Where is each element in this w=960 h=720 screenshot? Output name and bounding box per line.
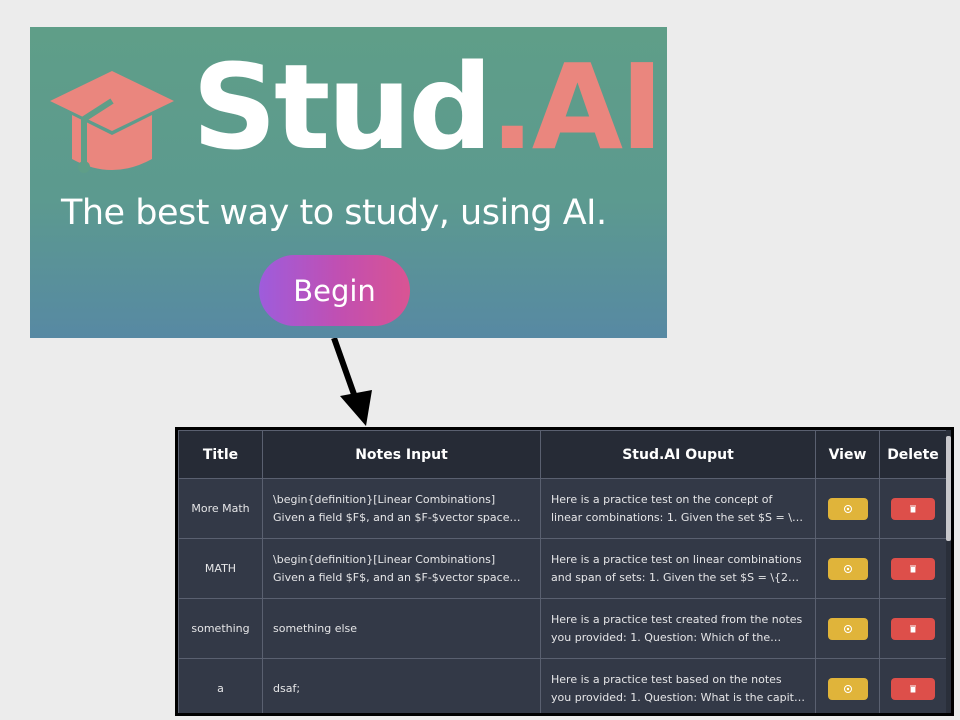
header-notes-input: Notes Input — [262, 430, 541, 479]
header-output: Stud.AI Ouput — [540, 430, 816, 479]
row-title: More Math — [178, 478, 263, 539]
eye-icon — [843, 624, 852, 633]
table-scrollbar[interactable] — [946, 430, 951, 713]
row-output: Here is a practice test on linear combin… — [551, 552, 802, 584]
notes-table-panel: Title Notes Input Stud.AI Ouput View Del… — [175, 427, 954, 716]
trash-icon — [910, 565, 916, 572]
row-title: a — [178, 658, 263, 713]
trash-icon — [910, 685, 916, 692]
brand-main: Stud — [192, 38, 493, 176]
eye-icon — [843, 564, 852, 573]
delete-button[interactable] — [891, 497, 935, 520]
row-output: Here is a practice test on the concept o… — [551, 492, 792, 524]
table-header-row: Title Notes Input Stud.AI Ouput View Del… — [178, 430, 947, 479]
logo: Stud.AI — [44, 38, 664, 197]
view-button[interactable] — [827, 557, 868, 580]
begin-button[interactable]: Begin — [259, 255, 410, 326]
row-notes: \begin{definition}[Linear Combinations] … — [273, 492, 510, 524]
table-scrollbar-thumb[interactable] — [946, 436, 951, 541]
row-output: Here is a practice test created from the… — [551, 612, 803, 644]
row-title: MATH — [178, 538, 263, 599]
tagline: The best way to study, using AI. — [61, 193, 607, 233]
delete-button[interactable] — [891, 617, 935, 640]
view-button[interactable] — [827, 497, 868, 520]
arrow-down-icon — [331, 338, 372, 426]
header-delete: Delete — [879, 430, 947, 479]
brand-wordmark: Stud.AI — [192, 27, 664, 190]
table-row: a dsaf; Here is a practice test based on… — [178, 658, 947, 713]
eye-icon — [843, 684, 852, 693]
graduation-cap-icon — [50, 71, 174, 173]
row-output: Here is a practice test based on the not… — [551, 672, 804, 704]
table-row: something something else Here is a pract… — [178, 598, 947, 659]
brand-accent: .AI — [489, 38, 664, 176]
table-row: More Math \begin{definition}[Linear Comb… — [178, 478, 947, 539]
table-row: MATH \begin{definition}[Linear Combinati… — [178, 538, 947, 599]
row-notes: \begin{definition}[Linear Combinations] … — [273, 552, 510, 584]
hero-banner: Stud.AI The best way to study, using AI.… — [30, 27, 667, 338]
trash-icon — [910, 625, 916, 632]
row-notes: something else — [273, 621, 358, 635]
eye-icon — [843, 504, 852, 513]
delete-button[interactable] — [891, 557, 935, 580]
header-view: View — [815, 430, 880, 479]
row-notes: dsaf; — [273, 681, 301, 695]
delete-button[interactable] — [891, 677, 935, 700]
view-button[interactable] — [827, 617, 868, 640]
row-title: something — [178, 598, 263, 659]
trash-icon — [910, 505, 916, 512]
notes-table: Title Notes Input Stud.AI Ouput View Del… — [178, 430, 947, 713]
view-button[interactable] — [827, 677, 868, 700]
header-title: Title — [178, 430, 263, 479]
